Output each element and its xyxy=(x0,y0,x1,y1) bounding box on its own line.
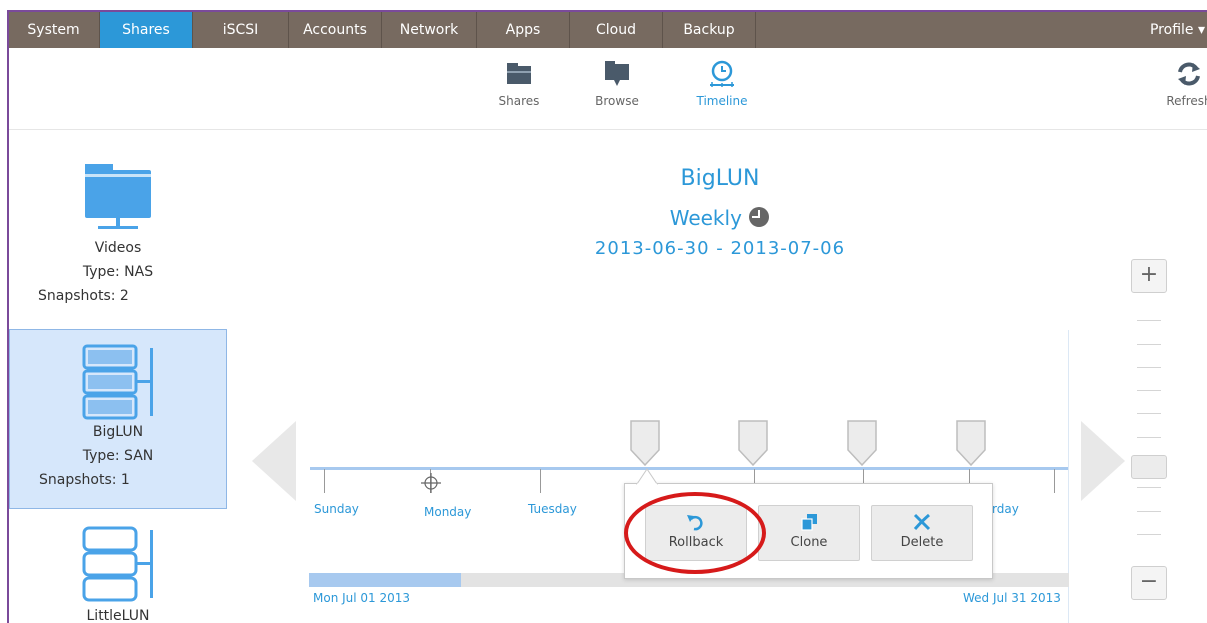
period-label: Weekly xyxy=(669,206,742,230)
range-start-date: Mon Jul 01 2013 xyxy=(313,591,411,605)
crosshair-icon[interactable] xyxy=(420,472,442,494)
popup-pointer xyxy=(636,468,658,485)
next-arrow-button[interactable] xyxy=(1081,421,1125,501)
tab-shares[interactable]: Shares xyxy=(100,12,193,48)
tab-iscsi[interactable]: iSCSI xyxy=(193,12,289,48)
delete-button[interactable]: Delete xyxy=(871,505,973,561)
zoom-tick xyxy=(1137,367,1161,368)
share-name: LittleLUN xyxy=(86,608,150,623)
day-label: Monday xyxy=(424,505,472,519)
share-type: Type: NAS xyxy=(82,264,154,280)
shares-tool-label: Shares xyxy=(498,94,540,108)
top-nav: System Shares iSCSI Accounts Network App… xyxy=(8,12,1207,48)
browse-icon xyxy=(605,61,629,86)
lun-icon xyxy=(82,344,153,420)
snapshot-marker[interactable] xyxy=(630,420,660,466)
snapshot-marker[interactable] xyxy=(956,420,986,466)
share-name: Videos xyxy=(94,240,142,256)
zoom-tick xyxy=(1137,344,1161,345)
delete-x-icon xyxy=(913,513,931,531)
snapshot-marker[interactable] xyxy=(738,420,768,466)
snapshot-marker[interactable] xyxy=(847,420,877,466)
folder-share-icon xyxy=(85,164,151,229)
share-item-biglun[interactable]: BigLUN Type: SAN Snapshots: 1 xyxy=(9,329,227,509)
profile-menu[interactable]: Profile ▾ xyxy=(1150,12,1205,48)
shares-tool-button[interactable]: Shares xyxy=(489,60,549,108)
tab-accounts[interactable]: Accounts xyxy=(289,12,382,48)
lun-icon xyxy=(82,526,153,602)
refresh-icon xyxy=(1178,62,1200,86)
day-tick xyxy=(1054,469,1055,493)
tab-backup[interactable]: Backup xyxy=(663,12,756,48)
zoom-tick xyxy=(1137,437,1161,438)
range-scrollbar-thumb[interactable] xyxy=(309,573,461,587)
date-range: 2013-06-30 - 2013-07-06 xyxy=(594,238,846,259)
clone-icon xyxy=(801,514,817,531)
period-selector[interactable]: Weekly xyxy=(470,206,970,230)
browse-tool-button[interactable]: Browse xyxy=(587,60,647,108)
day-tick xyxy=(324,469,325,493)
zoom-tick xyxy=(1137,534,1161,535)
share-item-videos[interactable]: Videos Type: NAS Snapshots: 2 xyxy=(9,150,227,325)
clone-button[interactable]: Clone xyxy=(758,505,860,561)
day-label: Sunday xyxy=(314,502,359,516)
zoom-tick xyxy=(1137,511,1161,512)
tab-network[interactable]: Network xyxy=(382,12,477,48)
timeline-axis xyxy=(310,467,1068,470)
tab-system[interactable]: System xyxy=(8,12,100,48)
clone-label: Clone xyxy=(790,535,828,550)
range-end-date: Wed Jul 31 2013 xyxy=(963,591,1061,605)
zoom-tick xyxy=(1137,487,1161,488)
zoom-out-button[interactable]: − xyxy=(1131,566,1167,600)
share-snapshots: Snapshots: 2 xyxy=(38,288,129,304)
zoom-tick xyxy=(1137,413,1161,414)
zoom-tick xyxy=(1137,390,1161,391)
day-label: Tuesday xyxy=(528,502,577,516)
tab-cloud[interactable]: Cloud xyxy=(570,12,663,48)
share-item-littlelun[interactable]: LittleLUN xyxy=(9,520,227,623)
folder-icon xyxy=(507,63,531,84)
clock-icon xyxy=(710,60,734,87)
refresh-label: Refresh xyxy=(1166,94,1207,108)
share-type: Type: SAN xyxy=(82,448,154,464)
zoom-slider-thumb[interactable] xyxy=(1131,455,1167,479)
day-tick xyxy=(540,469,541,493)
day-label: rday xyxy=(992,502,1019,516)
timeline-tool-label: Timeline xyxy=(696,94,748,108)
page-title: BigLUN xyxy=(680,166,760,191)
share-snapshots: Snapshots: 1 xyxy=(39,472,130,488)
timeline-tool-button[interactable]: Timeline xyxy=(692,60,752,108)
share-name: BigLUN xyxy=(92,424,144,440)
tab-apps[interactable]: Apps xyxy=(477,12,570,48)
highlight-annotation-circle xyxy=(624,492,766,574)
previous-arrow-button[interactable] xyxy=(252,421,296,501)
browse-tool-label: Browse xyxy=(595,94,639,108)
clock-icon xyxy=(749,207,770,227)
delete-label: Delete xyxy=(900,535,944,550)
sub-toolbar: Shares Browse Timeline Refresh xyxy=(9,48,1207,130)
refresh-button[interactable]: Refresh xyxy=(1159,60,1207,108)
zoom-tick xyxy=(1137,320,1161,321)
zoom-in-button[interactable]: + xyxy=(1131,259,1167,293)
